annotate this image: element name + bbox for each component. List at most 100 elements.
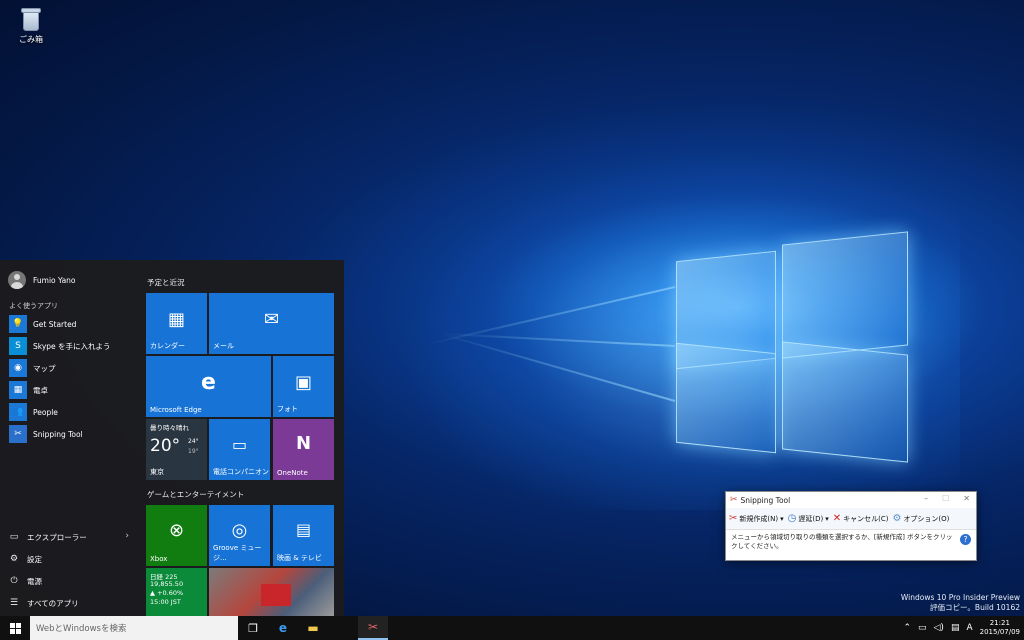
clapperboard-icon: ▤ xyxy=(295,520,312,539)
cancel-button[interactable]: ✕ キャンセル(C) xyxy=(833,513,889,524)
edge-icon: e xyxy=(201,370,216,395)
instruction-message: メニューから領域切り取りの種類を選択するか、[新規作成] ボタンをクリックしてく… xyxy=(731,533,953,550)
app-snipping-tool[interactable]: ✂ Snipping Tool xyxy=(9,423,137,445)
recycle-bin-icon xyxy=(19,6,43,32)
tile-label: メール xyxy=(213,342,234,350)
app-label: マップ xyxy=(33,363,56,373)
most-used-heading: よく使うアプリ xyxy=(9,302,58,310)
taskbar-explorer-button[interactable]: ▬ xyxy=(298,616,328,640)
logo-pane xyxy=(782,231,908,359)
chevron-up-icon[interactable]: ⌃ xyxy=(903,623,911,633)
app-skype[interactable]: S Skype を手に入れよう xyxy=(9,335,137,357)
tile-weather[interactable]: 曇り時々晴れ 20° 24° 19° 東京 xyxy=(146,419,207,480)
list-icon: ☰ xyxy=(9,598,19,608)
calculator-icon: ▦ xyxy=(9,381,27,399)
tile-phone-companion[interactable]: ▭ 電話コンパニオン xyxy=(209,419,270,480)
delay-label: 遅延(D) xyxy=(798,514,824,523)
action-center-icon[interactable]: ▤ xyxy=(951,623,960,633)
user-avatar-icon xyxy=(8,271,26,289)
window-controls: – ☐ ✕ xyxy=(924,494,970,503)
tile-calendar[interactable]: ▦ カレンダー xyxy=(146,293,207,354)
onenote-icon: N xyxy=(295,433,312,454)
maximize-button[interactable]: ☐ xyxy=(942,494,949,503)
clock-date: 2015/07/09 xyxy=(979,628,1020,636)
group-heading-entertainment: ゲームとエンターテイメント xyxy=(147,490,245,499)
gear-icon: ⚙ xyxy=(9,554,19,564)
windows-logo-wallpaper xyxy=(672,224,912,464)
app-label: 電卓 xyxy=(33,385,48,395)
folder-icon: ▭ xyxy=(9,532,19,542)
recycle-bin-desktop-icon[interactable]: ごみ箱 xyxy=(12,6,50,45)
edge-icon: e xyxy=(278,621,288,635)
volume-icon[interactable]: ◁) xyxy=(934,623,944,633)
people-icon: 👥 xyxy=(9,403,27,421)
dropdown-arrow-icon[interactable]: ▾ xyxy=(825,515,829,523)
delay-button[interactable]: ◷ 遅延(D) ▾ xyxy=(788,513,829,524)
tile-groove[interactable]: ◎ Groove ミュージ... xyxy=(209,505,270,566)
power-item[interactable]: ⏻ 電源 xyxy=(9,570,131,592)
most-used-list: 💡 Get Started S Skype を手に入れよう ◉ マップ ▦ 電卓… xyxy=(9,313,137,445)
weather-city: 東京 xyxy=(150,468,164,476)
start-menu: Fumio Yano よく使うアプリ 💡 Get Started S Skype… xyxy=(0,260,344,616)
calendar-icon: ▦ xyxy=(167,309,185,330)
instruction-text: メニューから領域切り取りの種類を選択するか、[新規作成] ボタンをクリックしてく… xyxy=(726,530,976,551)
weather-high: 24° xyxy=(188,438,199,445)
app-label: Snipping Tool xyxy=(33,429,83,439)
scissors-icon: ✂ xyxy=(9,425,27,443)
user-name: Fumio Yano xyxy=(33,275,76,285)
app-label: Get Started xyxy=(33,319,77,329)
start-button[interactable] xyxy=(0,616,30,640)
map-pin-icon: ◉ xyxy=(9,359,27,377)
app-maps[interactable]: ◉ マップ xyxy=(9,357,137,379)
task-view-button[interactable]: ❐ xyxy=(238,616,268,640)
app-label: People xyxy=(33,407,58,417)
tile-edge[interactable]: e Microsoft Edge xyxy=(146,356,271,417)
tile-news[interactable] xyxy=(209,568,334,616)
new-snip-button[interactable]: ✂ 新規作成(N) ▾ xyxy=(729,513,784,524)
close-button[interactable]: ✕ xyxy=(963,494,970,503)
app-get-started[interactable]: 💡 Get Started xyxy=(9,313,137,335)
news-photo-flag xyxy=(261,584,291,606)
weather-condition: 曇り時々晴れ xyxy=(150,424,189,432)
all-apps-item[interactable]: ☰ すべてのアプリ xyxy=(9,592,131,614)
app-people[interactable]: 👥 People xyxy=(9,401,137,423)
tile-onenote[interactable]: N OneNote xyxy=(273,419,334,480)
tile-label: フォト xyxy=(277,405,298,413)
taskbar-edge-button[interactable]: e xyxy=(268,616,298,640)
power-label: 電源 xyxy=(27,576,42,586)
weather-low: 19° xyxy=(188,448,199,455)
options-button[interactable]: ⚙ オプション(O) xyxy=(892,513,949,524)
app-calculator[interactable]: ▦ 電卓 xyxy=(9,379,137,401)
tile-label: 映画 & テレビ xyxy=(277,554,322,562)
cancel-label: キャンセル(C) xyxy=(843,514,889,523)
tile-xbox[interactable]: ⊗ Xbox xyxy=(146,505,207,566)
user-account-button[interactable]: Fumio Yano xyxy=(8,271,76,289)
taskbar-snipping-tool-button[interactable]: ✂ xyxy=(358,616,388,640)
snipping-tool-titlebar[interactable]: ✂ Snipping Tool – ☐ ✕ xyxy=(726,492,976,508)
tile-mail[interactable]: ✉ メール xyxy=(209,293,334,354)
logo-pane xyxy=(782,341,908,463)
task-view-icon: ❐ xyxy=(248,621,258,635)
tile-movies-tv[interactable]: ▤ 映画 & テレビ xyxy=(273,505,334,566)
minimize-button[interactable]: – xyxy=(924,494,928,503)
weather-temperature: 20° xyxy=(150,436,181,456)
settings-item[interactable]: ⚙ 設定 xyxy=(9,548,131,570)
dropdown-arrow-icon[interactable]: ▾ xyxy=(780,515,784,523)
clock[interactable]: 21:21 2015/07/09 xyxy=(980,619,1020,637)
tile-label: Xbox xyxy=(150,555,168,563)
tile-photos[interactable]: ▣ フォト xyxy=(273,356,334,417)
ime-indicator[interactable]: A xyxy=(966,623,972,633)
new-snip-icon: ✂ xyxy=(729,513,738,524)
search-box[interactable]: WebとWindowsを検索 xyxy=(30,616,238,640)
mail-icon: ✉ xyxy=(263,309,280,330)
explorer-item[interactable]: ▭ エクスプローラー › xyxy=(9,526,131,548)
chevron-right-icon[interactable]: › xyxy=(125,531,129,541)
snipping-tool-window: ✂ Snipping Tool – ☐ ✕ ✂ 新規作成(N) ▾ ◷ 遅延(D… xyxy=(725,491,977,561)
help-icon[interactable]: ? xyxy=(960,534,971,545)
network-icon[interactable]: ▭ xyxy=(918,623,927,633)
cancel-icon: ✕ xyxy=(832,513,842,524)
photo-icon: ▣ xyxy=(294,372,312,393)
watermark-build: 評価コピー。Build 10162 xyxy=(930,603,1020,612)
tile-label: カレンダー xyxy=(150,342,185,350)
tile-money[interactable]: 日経 225 19,855.50 ▲ +0.60% 15:00 JST xyxy=(146,568,207,616)
